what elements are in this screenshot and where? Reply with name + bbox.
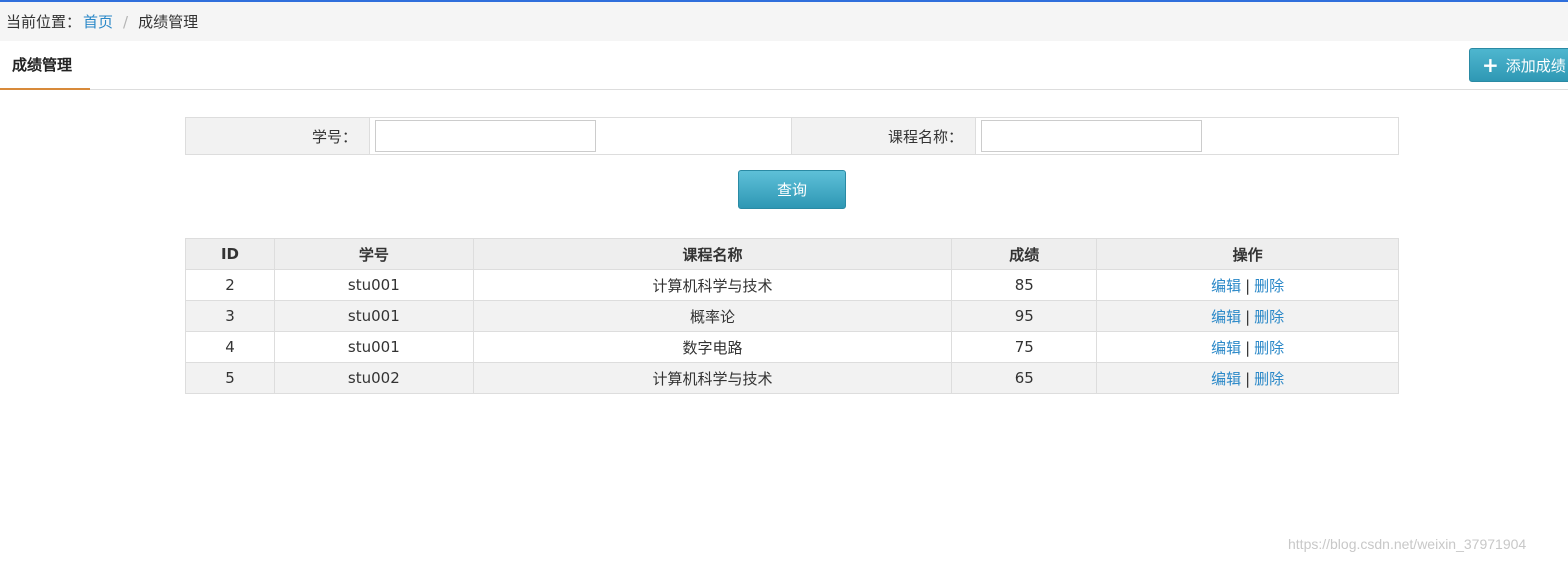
cell-score: 95 bbox=[951, 300, 1098, 332]
watermark: https://blog.csdn.net/weixin_37971904 bbox=[1288, 536, 1527, 552]
cell-course: 数字电路 bbox=[472, 331, 953, 363]
course-name-cell bbox=[976, 118, 1398, 154]
column-header-score: 成绩 bbox=[951, 238, 1098, 270]
add-score-button[interactable]: + 添加成绩 bbox=[1469, 48, 1568, 82]
student-id-input[interactable] bbox=[375, 120, 596, 152]
breadcrumb-separator: / bbox=[123, 12, 129, 31]
cell-student-id: stu001 bbox=[273, 331, 474, 363]
plus-icon: + bbox=[1482, 53, 1499, 77]
edit-link[interactable]: 编辑 bbox=[1211, 277, 1241, 295]
column-header-student-id: 学号 bbox=[273, 238, 474, 270]
breadcrumb: 当前位置： 首页 / 成绩管理 bbox=[0, 2, 1568, 41]
table-row: 5 stu002 计算机科学与技术 65 编辑 | 删除 bbox=[185, 362, 1399, 394]
student-id-cell bbox=[370, 118, 792, 154]
cell-actions: 编辑 | 删除 bbox=[1096, 331, 1399, 363]
table-row: 3 stu001 概率论 95 编辑 | 删除 bbox=[185, 300, 1399, 332]
action-separator: | bbox=[1245, 369, 1251, 388]
cell-actions: 编辑 | 删除 bbox=[1096, 269, 1399, 301]
breadcrumb-prefix: 当前位置： bbox=[6, 13, 82, 31]
cell-course: 概率论 bbox=[472, 300, 953, 332]
search-form: 学号： 课程名称： bbox=[185, 117, 1399, 155]
cell-score: 85 bbox=[951, 269, 1098, 301]
cell-actions: 编辑 | 删除 bbox=[1096, 362, 1399, 394]
cell-id: 4 bbox=[185, 331, 275, 363]
delete-link[interactable]: 删除 bbox=[1254, 370, 1284, 388]
breadcrumb-current: 成绩管理 bbox=[138, 13, 199, 31]
cell-student-id: stu001 bbox=[273, 300, 474, 332]
delete-link[interactable]: 删除 bbox=[1254, 308, 1284, 326]
table-row: 2 stu001 计算机科学与技术 85 编辑 | 删除 bbox=[185, 269, 1399, 301]
action-separator: | bbox=[1245, 276, 1251, 295]
table-header-row: ID 学号 课程名称 成绩 操作 bbox=[185, 238, 1399, 270]
action-separator: | bbox=[1245, 307, 1251, 326]
delete-link[interactable]: 删除 bbox=[1254, 277, 1284, 295]
cell-id: 5 bbox=[185, 362, 275, 394]
query-button[interactable]: 查询 bbox=[738, 170, 846, 209]
column-header-actions: 操作 bbox=[1096, 238, 1399, 270]
tab-score-management[interactable]: 成绩管理 bbox=[0, 41, 90, 90]
cell-student-id: stu002 bbox=[273, 362, 474, 394]
cell-score: 75 bbox=[951, 331, 1098, 363]
edit-link[interactable]: 编辑 bbox=[1211, 339, 1241, 357]
cell-id: 3 bbox=[185, 300, 275, 332]
cell-course: 计算机科学与技术 bbox=[472, 269, 953, 301]
cell-course: 计算机科学与技术 bbox=[472, 362, 953, 394]
edit-link[interactable]: 编辑 bbox=[1211, 370, 1241, 388]
cell-student-id: stu001 bbox=[273, 269, 474, 301]
course-name-label: 课程名称： bbox=[792, 118, 976, 154]
cell-id: 2 bbox=[185, 269, 275, 301]
add-score-label: 添加成绩 bbox=[1505, 56, 1566, 75]
column-header-course-name: 课程名称 bbox=[472, 238, 953, 270]
column-header-id: ID bbox=[185, 238, 275, 270]
breadcrumb-home-link[interactable]: 首页 bbox=[83, 11, 113, 32]
edit-link[interactable]: 编辑 bbox=[1211, 308, 1241, 326]
delete-link[interactable]: 删除 bbox=[1254, 339, 1284, 357]
cell-score: 65 bbox=[951, 362, 1098, 394]
action-separator: | bbox=[1245, 338, 1251, 357]
cell-actions: 编辑 | 删除 bbox=[1096, 300, 1399, 332]
score-table: ID 学号 课程名称 成绩 操作 2 stu001 计算机科学与技术 85 编辑… bbox=[185, 238, 1399, 394]
student-id-label: 学号： bbox=[186, 118, 370, 154]
table-row: 4 stu001 数字电路 75 编辑 | 删除 bbox=[185, 331, 1399, 363]
tab-bar: 成绩管理 + 添加成绩 bbox=[0, 41, 1568, 90]
course-name-input[interactable] bbox=[981, 120, 1202, 152]
